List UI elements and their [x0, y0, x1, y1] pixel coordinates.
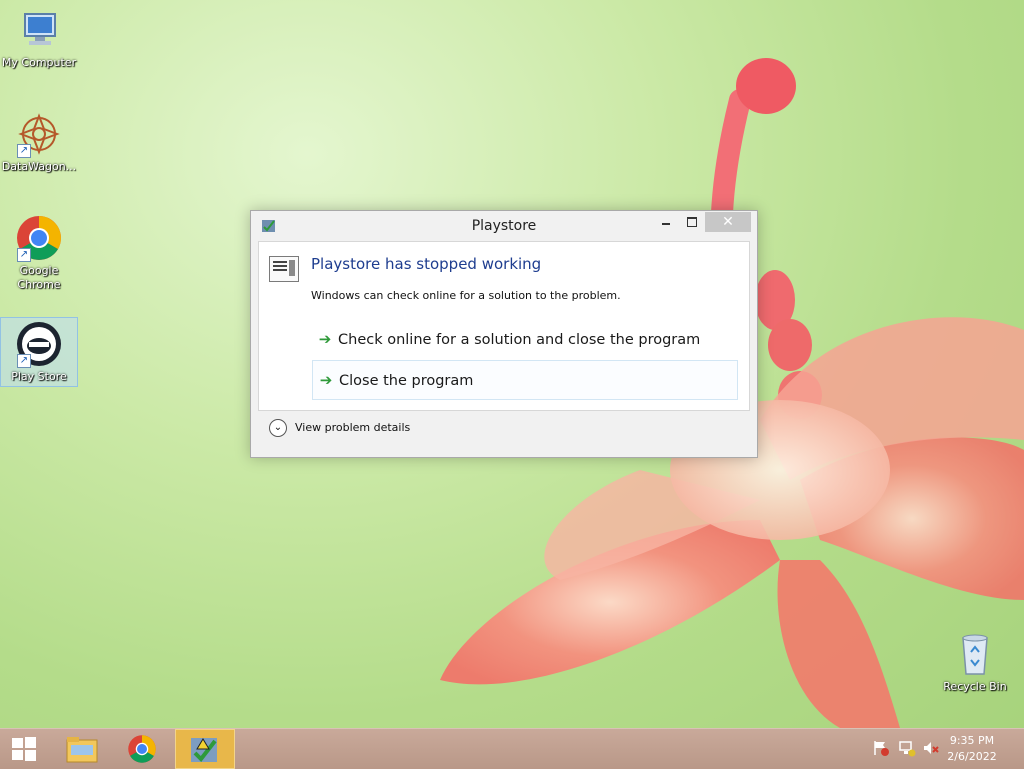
chrome-icon — [128, 735, 156, 763]
view-problem-details-toggle[interactable]: ⌄ View problem details — [269, 418, 410, 438]
error-dialog: Playstore ✕ Playstore has stopped workin… — [250, 210, 758, 458]
start-button[interactable] — [8, 729, 40, 769]
error-reporting-icon — [191, 738, 217, 763]
taskbar: 9:35 PM 2/6/2022 — [0, 728, 1024, 769]
dialog-titlebar[interactable]: Playstore ✕ — [251, 211, 757, 241]
desktop-icon-datawagon[interactable]: ↗ DataWagon... — [1, 110, 77, 174]
check-online-button[interactable]: ➔ Check online for a solution and close t… — [312, 320, 736, 358]
green-arrow-icon: ➔ — [319, 371, 333, 389]
minimize-icon — [662, 223, 670, 225]
minimize-button[interactable] — [655, 212, 677, 232]
computer-icon — [15, 6, 63, 54]
chevron-down-icon: ⌄ — [269, 419, 287, 437]
shortcut-arrow-icon: ↗ — [17, 144, 31, 158]
green-arrow-icon: ➔ — [318, 330, 332, 348]
desktop-icon-google-chrome[interactable]: ↗ Google Chrome — [1, 214, 77, 292]
desktop-icon-play-store[interactable]: ↗ Play Store — [0, 317, 78, 387]
taskbar-chrome[interactable] — [118, 729, 166, 769]
clock-date: 2/6/2022 — [947, 750, 997, 763]
desktop-icon-my-computer[interactable]: My Computer — [1, 6, 77, 70]
folder-icon — [66, 737, 98, 763]
close-program-label: Close the program — [339, 373, 474, 389]
shortcut-arrow-icon: ↗ — [17, 354, 31, 368]
desktop-icon-label: Recycle Bin — [943, 680, 1007, 693]
volume-muted-icon[interactable] — [922, 739, 940, 757]
close-icon: ✕ — [722, 214, 734, 230]
desktop-icon-label: DataWagon... — [1, 160, 77, 173]
taskbar-file-explorer[interactable] — [58, 729, 106, 769]
maximize-icon — [687, 217, 697, 227]
dialog-message: Windows can check online for a solution … — [311, 289, 621, 302]
shortcut-arrow-icon: ↗ — [17, 248, 31, 262]
desktop-icon-label: Google Chrome — [17, 264, 61, 291]
close-program-button[interactable]: ➔ Close the program — [312, 360, 738, 400]
maximize-button[interactable] — [681, 212, 703, 232]
network-icon[interactable] — [898, 739, 916, 757]
chrome-icon: ↗ — [15, 214, 63, 262]
clock-time: 9:35 PM — [949, 734, 995, 747]
dialog-content: Playstore has stopped working Windows ca… — [258, 241, 750, 411]
windows-logo-icon — [12, 737, 36, 761]
taskbar-error-reporting[interactable] — [175, 729, 235, 769]
dialog-heading: Playstore has stopped working — [311, 255, 542, 273]
desktop-icon-recycle-bin[interactable]: Recycle Bin — [937, 630, 1013, 694]
view-problem-details-label: View problem details — [295, 421, 411, 434]
datawagon-icon: ↗ — [15, 110, 63, 158]
desktop-icon-label: My Computer — [1, 56, 77, 69]
play-store-icon: ↗ — [15, 320, 63, 368]
check-online-label: Check online for a solution and close th… — [338, 332, 701, 348]
system-clock[interactable]: 9:35 PM 2/6/2022 — [942, 733, 1002, 765]
desktop-icon-label: Play Store — [11, 370, 67, 383]
close-button[interactable]: ✕ — [705, 212, 751, 232]
recycle-bin-icon — [951, 630, 999, 678]
action-center-flag-icon[interactable] — [872, 739, 890, 757]
program-window-icon — [269, 256, 299, 282]
